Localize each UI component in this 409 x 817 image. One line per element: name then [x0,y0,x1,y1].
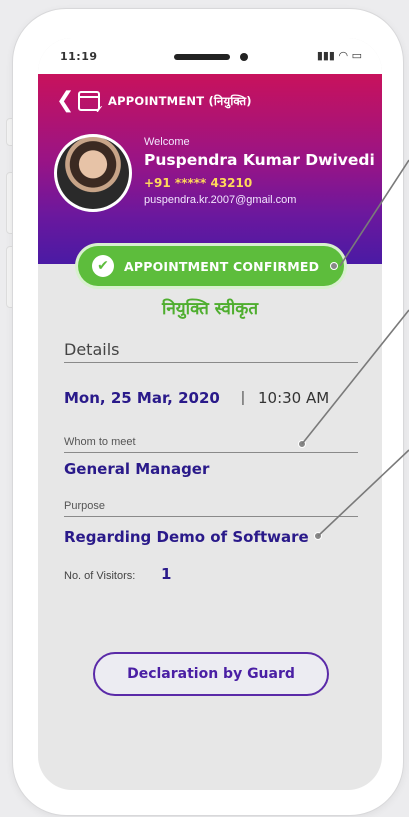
callout-dot [314,532,322,540]
whom-value: General Manager [64,460,210,478]
signal-icon: ▮▮▮ [316,49,335,62]
notch-speaker [174,54,230,60]
purpose-label: Purpose [64,500,105,512]
phone-screen: 11:19 ▮▮▮ ◠ ▭ ❮ APPOINTMENT (नियुक्ति) W… [38,38,382,790]
check-icon: ✔ [92,255,114,277]
purpose-value: Regarding Demo of Software [64,528,309,546]
page-title: APPOINTMENT (नियुक्ति) [108,94,252,108]
user-email: puspendra.kr.2007@gmail.com [144,194,297,206]
wifi-icon: ◠ [338,49,349,62]
back-icon[interactable]: ❮ [56,90,74,112]
divider [64,362,358,363]
user-phone: +91 ***** 43210 [144,176,253,190]
calendar-check-icon [78,91,104,116]
app-header: ❮ APPOINTMENT (नियुक्ति) Welcome Puspend… [38,74,382,264]
whom-label: Whom to meet [64,436,136,448]
status-time: 11:19 [60,50,98,63]
visitors-label: No. of Visitors: [64,570,136,582]
details-heading: Details [64,340,120,359]
avatar-photo [57,137,129,209]
avatar [54,134,132,212]
visitors-count: 1 [161,565,172,583]
appointment-time: 10:30 AM [258,389,330,407]
status-hindi: नियुक्ति स्वीकृत [161,299,259,319]
user-name: Puspendra Kumar Dwivedi [144,151,375,169]
divider [64,452,358,453]
battery-icon: ▭ [351,49,362,62]
callout-dot [330,262,338,270]
appointment-date: Mon, 25 Mar, 2020 [64,389,220,407]
status-label: APPOINTMENT CONFIRMED [124,259,320,274]
notch-camera [240,53,248,61]
divider [64,516,358,517]
status-bar: 11:19 ▮▮▮ ◠ ▭ [38,38,382,74]
system-icons: ▮▮▮ ◠ ▭ [317,49,362,62]
callout-dot [298,440,306,448]
declaration-button[interactable]: Declaration by Guard [93,652,329,696]
date-time-separator: | [241,389,245,406]
welcome-text: Welcome [144,136,190,148]
status-badge: ✔ APPOINTMENT CONFIRMED [78,246,344,286]
